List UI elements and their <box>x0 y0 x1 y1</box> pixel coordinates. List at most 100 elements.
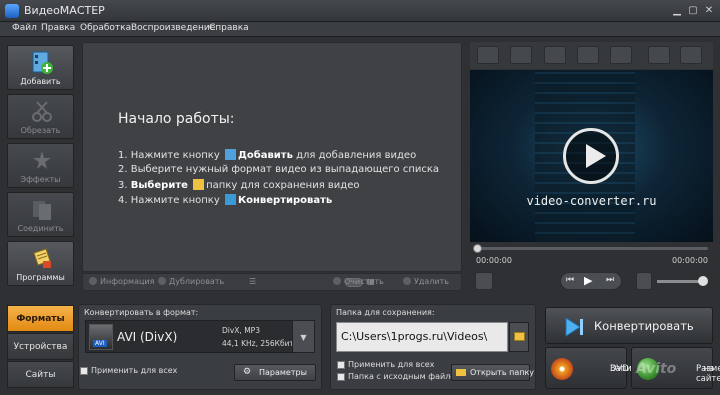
folder-browse-button[interactable] <box>509 322 529 352</box>
programs-button[interactable]: Программы <box>7 241 74 286</box>
convert-button[interactable]: Конвертировать <box>545 307 713 344</box>
save-label: Папка для сохранения: <box>336 308 435 317</box>
menu-processing[interactable]: Обработка <box>80 23 131 33</box>
watermark: Avito <box>636 361 677 377</box>
join-button-label: Соединить <box>17 224 64 233</box>
apply-all-format-label: Применить для всех <box>91 366 178 375</box>
brightness-icon[interactable] <box>544 46 566 64</box>
source-folder-checkbox[interactable] <box>337 373 345 381</box>
apply-all-save-label: Применить для всех <box>348 360 435 369</box>
source-folder-label: Папка с исходным файлом <box>348 372 462 381</box>
avi-format-icon: AVI <box>89 324 113 350</box>
share-line-2: на сайте <box>696 364 720 384</box>
step-1: 1. Нажмите кнопку Добавить для добавлени… <box>118 149 416 161</box>
open-folder-button[interactable]: Открыть папку <box>451 364 534 381</box>
step-4: 4. Нажмите кнопку Конвертировать <box>118 194 332 206</box>
duplicate-icon <box>158 277 166 285</box>
effects-icon[interactable] <box>577 46 599 64</box>
step-2: 2. Выберите нужный формат видео из выпад… <box>118 164 440 175</box>
format-name: AVI (DivX) <box>117 330 178 344</box>
tab-devices[interactable]: Устройства <box>7 333 74 360</box>
play-small-icon[interactable]: ▶ <box>584 274 592 287</box>
add-video-icon <box>32 51 53 74</box>
info-button[interactable]: Информация <box>89 277 154 286</box>
chevron-down-icon[interactable]: ▼ <box>292 320 315 353</box>
step-4-text: 4. Нажмите кнопку <box>118 195 220 206</box>
format-select[interactable]: AVI AVI (DivX) DivX, MP3 44,1 KHz, 256Кб… <box>85 320 315 353</box>
join-button[interactable]: Соединить <box>7 192 74 237</box>
folder-icon <box>514 332 525 341</box>
remove-icon <box>403 277 411 285</box>
avi-badge: AVI <box>93 340 107 347</box>
menu-file[interactable]: Файл <box>12 23 37 33</box>
screenshot-icon[interactable] <box>475 272 493 290</box>
video-caption: video-converter.ru <box>526 194 657 208</box>
volume-icon[interactable] <box>636 272 652 290</box>
burn-line-2: DVD <box>610 364 629 374</box>
prev-icon[interactable]: ⏮ <box>566 275 574 285</box>
menu-help[interactable]: Справка <box>209 23 249 33</box>
apply-all-format-checkbox[interactable] <box>80 367 88 375</box>
menu-playback[interactable]: Воспроизведение <box>131 23 215 33</box>
clear-label: Очистить <box>344 277 384 286</box>
add-video-icon <box>224 149 236 160</box>
step-1-text: 1. Нажмите кнопку <box>118 150 220 161</box>
speed-icon[interactable] <box>610 46 632 64</box>
close-icon[interactable]: ✕ <box>702 4 716 17</box>
effects-button[interactable]: Эффекты <box>7 143 74 188</box>
filmstrip-icon[interactable] <box>477 46 499 64</box>
start-heading: Начало работы: <box>118 111 235 127</box>
add-button[interactable]: Добавить <box>7 45 74 90</box>
folder-icon <box>193 179 205 190</box>
snapshot-icon[interactable] <box>510 46 532 64</box>
add-button-label: Добавить <box>20 77 61 86</box>
step-3-rest: папку для сохранения видео <box>206 180 360 191</box>
burn-dvd-button[interactable]: ЗаписатьDVD <box>545 347 652 389</box>
remove-label: Удалить <box>414 277 449 286</box>
remove-button[interactable]: Удалить <box>403 277 449 286</box>
menu-edit[interactable]: Правка <box>41 23 75 33</box>
gif-icon[interactable] <box>648 46 670 64</box>
tab-sites[interactable]: Сайты <box>7 361 74 388</box>
step-1-rest: для добавления видео <box>296 150 417 161</box>
timeline-thumb[interactable] <box>473 244 482 253</box>
time-total: 00:00:00 <box>672 256 708 265</box>
params-button[interactable]: ⚙ Параметры <box>234 364 316 381</box>
params-label: Параметры <box>259 368 307 377</box>
clear-button[interactable]: Очистить <box>333 277 384 286</box>
trim-button[interactable]: Обрезать <box>7 94 74 139</box>
convert-label: Конвертировать <box>594 319 694 333</box>
step-3: 3. Выберите папку для сохранения видео <box>118 179 359 191</box>
play-icon[interactable] <box>563 128 619 184</box>
format-codec: DivX, MP3 <box>222 326 260 335</box>
maximize-icon[interactable]: ▢ <box>686 4 700 17</box>
join-icon <box>33 201 51 220</box>
info-icon <box>89 277 97 285</box>
duplicate-label: Дублировать <box>169 277 225 286</box>
app-window: ВидеоМАСТЕР ▁ ▢ ✕ Файл Правка Обработка … <box>0 0 720 395</box>
effects-icon <box>33 151 51 169</box>
minimize-icon[interactable]: ▁ <box>670 4 684 17</box>
player-toolbar <box>470 42 713 69</box>
folder-icon <box>456 369 466 376</box>
next-icon[interactable]: ⏭ <box>606 275 614 285</box>
save-path-field[interactable]: C:\Users\1progs.ru\Videos\ <box>336 322 508 352</box>
timeline-track[interactable] <box>475 247 708 250</box>
fullscreen-icon[interactable] <box>680 46 702 64</box>
app-icon <box>5 4 19 18</box>
programs-icon <box>33 248 51 268</box>
clear-icon <box>333 277 341 285</box>
apply-all-save-checkbox[interactable] <box>337 361 345 369</box>
format-audio: 44,1 KHz, 256Кбит <box>222 339 294 348</box>
gear-icon: ⚙ <box>243 367 252 377</box>
effects-button-label: Эффекты <box>20 175 61 184</box>
step-4-bold: Конвертировать <box>237 195 333 206</box>
convert-icon <box>565 317 583 337</box>
volume-thumb[interactable] <box>698 276 708 286</box>
duplicate-button[interactable]: Дублировать <box>158 277 224 286</box>
trim-button-label: Обрезать <box>20 126 61 135</box>
list-view-icon[interactable]: ☰ <box>249 277 256 286</box>
tab-formats[interactable]: Форматы <box>7 305 74 332</box>
file-list-area[interactable]: Начало работы: 1. Нажмите кнопку Добавит… <box>82 42 462 272</box>
list-toolbar: Информация Дублировать ☰ ▦ Очистить Удал… <box>82 273 462 291</box>
